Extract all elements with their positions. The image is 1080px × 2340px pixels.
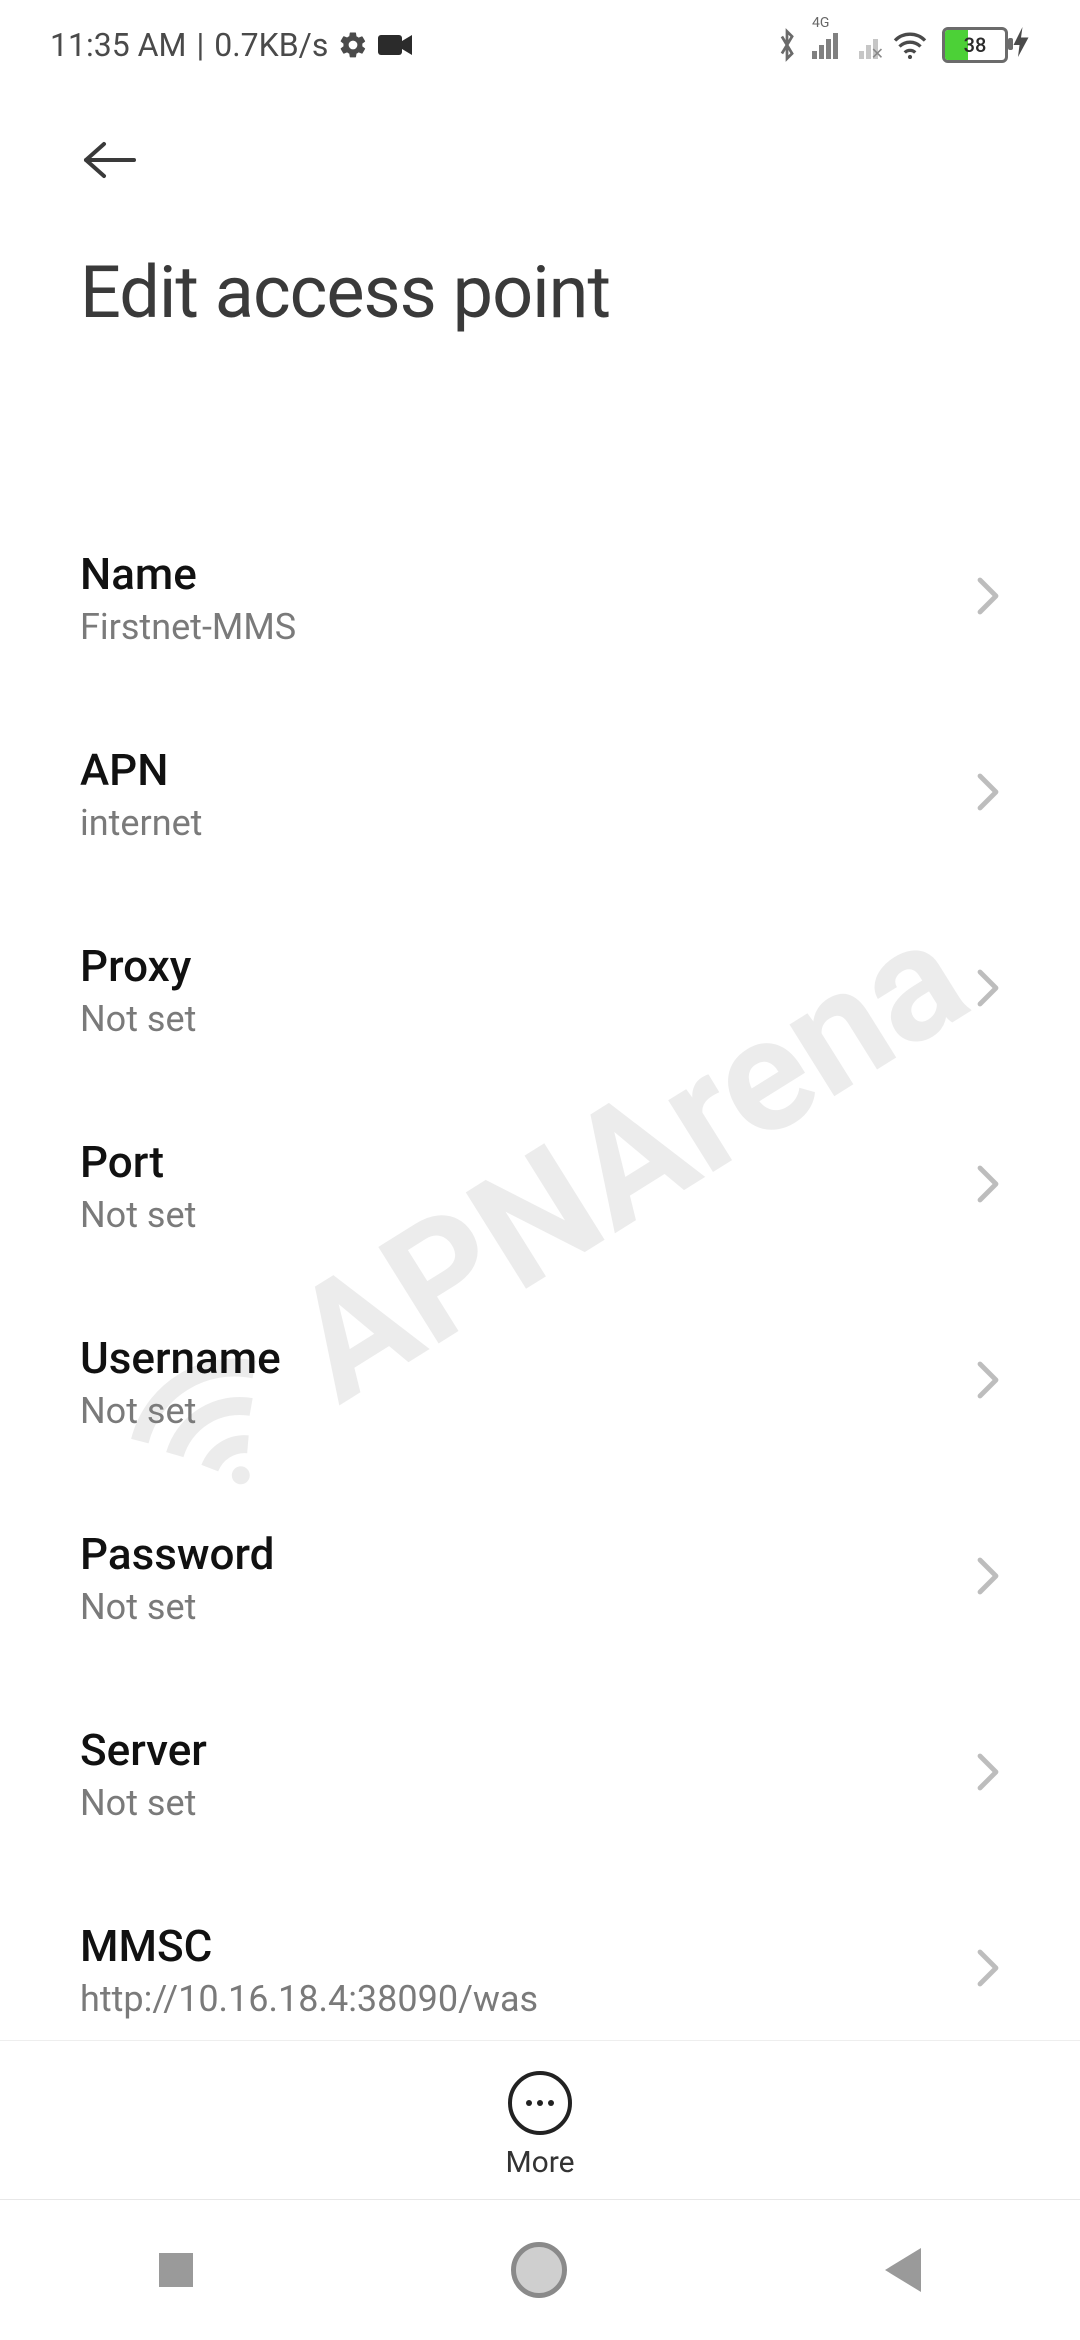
list-item[interactable]: Port Not set <box>80 1088 1000 1284</box>
android-nav-bar <box>0 2199 1080 2340</box>
list-item-value: Firstnet-MMS <box>80 606 956 648</box>
status-left: 11:35 AM | 0.7KB/s <box>50 26 412 64</box>
list-item-label: Server <box>80 1724 956 1776</box>
list-item[interactable]: Username Not set <box>80 1284 1000 1480</box>
page-title: Edit access point <box>80 250 1000 335</box>
list-item-text: APN internet <box>80 744 956 844</box>
list-item-label: APN <box>80 744 956 796</box>
status-time: 11:35 AM <box>50 26 186 64</box>
list-item-label: Name <box>80 548 956 600</box>
list-item-text: Server Not set <box>80 1724 956 1824</box>
chevron-right-icon <box>976 1360 1000 1404</box>
chevron-right-icon <box>976 1556 1000 1600</box>
nav-recent-button[interactable] <box>159 2253 193 2287</box>
more-icon <box>508 2071 572 2135</box>
list-item-value: internet <box>80 802 956 844</box>
settings-list: NameFirstnet-MMSAPNinternetProxyNot setP… <box>0 420 1080 2040</box>
signal-sim2-disabled-icon: ✕ <box>871 44 884 63</box>
nav-home-button[interactable] <box>511 2242 567 2298</box>
battery-icon: 38 <box>942 27 1030 64</box>
chevron-right-icon <box>976 772 1000 816</box>
list-item-value: Not set <box>80 1782 956 1824</box>
battery-percent: 38 <box>945 33 1005 57</box>
signal-sim1-icon: 4G <box>812 31 838 59</box>
charging-icon <box>1012 27 1030 64</box>
status-right: 4G ✕ 38 <box>776 27 1030 64</box>
list-item[interactable]: Name Firstnet-MMS <box>80 500 1000 696</box>
status-bar: 11:35 AM | 0.7KB/s 4G ✕ 38 <box>0 0 1080 90</box>
list-item-text: MMSC http://10.16.18.4:38090/was <box>80 1920 956 2020</box>
nav-back-button[interactable] <box>885 2248 921 2292</box>
list-item-label: Port <box>80 1136 956 1188</box>
status-netspeed: 0.7KB/s <box>214 26 328 64</box>
chevron-right-icon <box>976 1164 1000 1208</box>
chevron-right-icon <box>976 576 1000 620</box>
list-item[interactable]: Password Not set <box>80 1480 1000 1676</box>
chevron-right-icon <box>976 1948 1000 1992</box>
list-item-text: Proxy Not set <box>80 940 956 1040</box>
chevron-right-icon <box>976 1752 1000 1796</box>
list-item-label: Proxy <box>80 940 956 992</box>
list-item-text: Port Not set <box>80 1136 956 1236</box>
list-item-value: Not set <box>80 1586 956 1628</box>
bluetooth-icon <box>776 28 798 62</box>
list-item-text: Name Firstnet-MMS <box>80 548 956 648</box>
signal-sim1-label: 4G <box>812 15 829 31</box>
list-item[interactable]: Server Not set <box>80 1676 1000 1872</box>
list-item-value: http://10.16.18.4:38090/was <box>80 1978 956 2020</box>
list-item-value: Not set <box>80 1194 956 1236</box>
chevron-right-icon <box>976 968 1000 1012</box>
header: Edit access point <box>0 90 1080 335</box>
arrow-left-icon <box>82 140 138 180</box>
back-button[interactable] <box>80 130 140 190</box>
status-separator: | <box>196 26 204 64</box>
list-item-label: Password <box>80 1528 956 1580</box>
list-item-label: MMSC <box>80 1920 956 1972</box>
list-item[interactable]: Proxy Not set <box>80 892 1000 1088</box>
list-item[interactable]: MMSC http://10.16.18.4:38090/was <box>80 1872 1000 2040</box>
bottom-action-bar: More <box>0 2040 1080 2180</box>
wifi-icon <box>892 31 928 59</box>
signal-sim2-icon: ✕ <box>852 31 878 59</box>
list-item-value: Not set <box>80 998 956 1040</box>
list-item-label: Username <box>80 1332 956 1384</box>
camera-icon <box>378 33 412 57</box>
settings-icon <box>338 30 368 60</box>
list-item-text: Username Not set <box>80 1332 956 1432</box>
list-item-value: Not set <box>80 1390 956 1432</box>
more-label: More <box>505 2145 574 2180</box>
list-item-text: Password Not set <box>80 1528 956 1628</box>
more-button[interactable]: More <box>505 2071 574 2180</box>
list-item[interactable]: APN internet <box>80 696 1000 892</box>
